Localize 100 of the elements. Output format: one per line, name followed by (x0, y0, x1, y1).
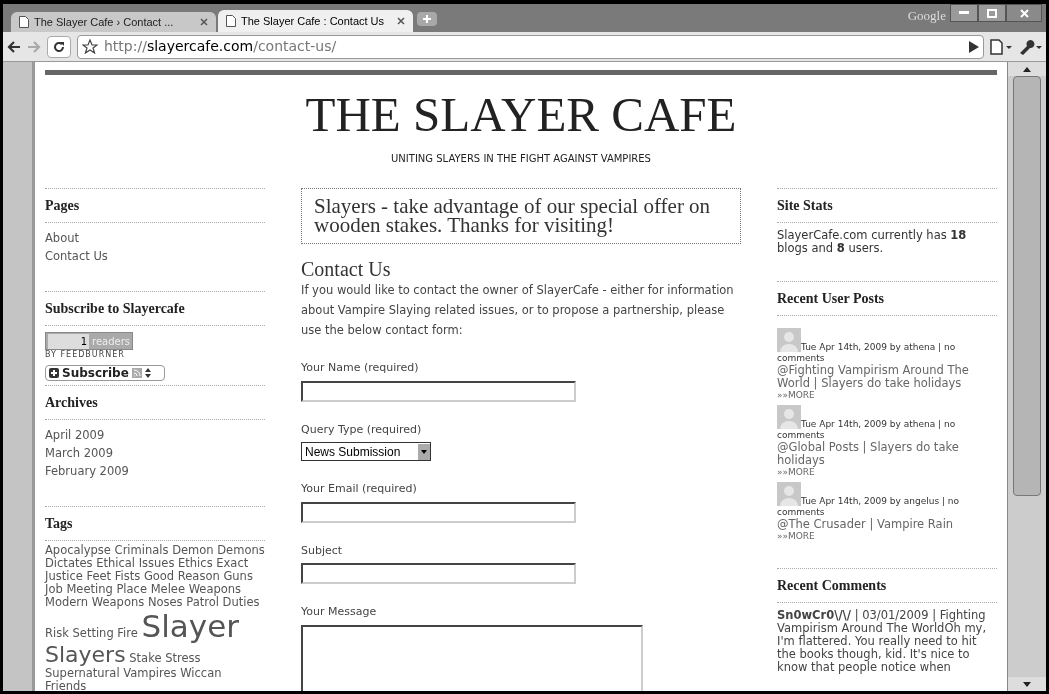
minimize-button[interactable] (950, 4, 978, 22)
address-bar[interactable]: http://slayercafe.com/contact-us/ (77, 34, 984, 59)
page-icon (226, 15, 236, 27)
tag-link[interactable]: Slayers (45, 642, 126, 667)
maximize-button[interactable] (978, 4, 1006, 22)
url-text: http://slayercafe.com/contact-us/ (104, 37, 337, 56)
page-icon (19, 16, 29, 28)
tag-link[interactable]: Wiccan (180, 666, 222, 680)
browser-tab[interactable]: The Slayer Cafe : Contact Us (218, 10, 413, 32)
post-links[interactable]: @Fighting Vampirism Around The World | Slayers do take holidays (777, 364, 997, 390)
down-arrow-icon (1023, 681, 1031, 687)
new-tab-button[interactable] (417, 12, 437, 26)
more-link[interactable]: »»MORE (777, 390, 997, 401)
query-type-select[interactable]: News Submission (301, 442, 431, 461)
tag-link[interactable]: Demons (217, 543, 265, 557)
tag-link[interactable]: Noses (147, 595, 183, 609)
reader-count-badge: 1 readers (45, 332, 133, 350)
tag-link[interactable]: Apocalypse (45, 543, 111, 557)
page-link[interactable]: Contact Us (45, 249, 108, 263)
tag-link[interactable]: Feet (86, 569, 112, 583)
dropdown-icon (418, 443, 430, 460)
close-button[interactable] (1006, 4, 1042, 22)
plus-icon (49, 368, 59, 378)
reload-icon (53, 40, 65, 53)
close-icon (1019, 8, 1029, 18)
site-stats-text: SlayerCafe.com currently has 18 blogs and 8 users. (777, 229, 968, 255)
page-menu-icon[interactable] (990, 38, 1012, 55)
tag-link[interactable]: Slayer (141, 608, 239, 644)
field-label: Your Email (required) (301, 481, 418, 497)
back-icon[interactable] (7, 40, 21, 53)
post-links[interactable]: @The Crusader | Vampire Rain (777, 518, 997, 531)
tag-link[interactable]: Vampires (123, 666, 177, 680)
section-heading: Recent User Posts (777, 282, 997, 316)
section-heading: Recent Comments (777, 569, 997, 603)
section-heading: Site Stats (777, 189, 997, 223)
wrench-icon[interactable] (1018, 38, 1042, 55)
text-input[interactable] (301, 380, 576, 402)
notice-banner: Slayers - take advantage of our special offer on wooden stakes. Thanks for visiting! (301, 188, 741, 244)
page-link[interactable]: About (45, 231, 79, 245)
scrollbar-thumb[interactable] (1013, 76, 1041, 496)
scroll-up-button[interactable] (1008, 62, 1046, 76)
subscribe-button[interactable]: Subscribe (45, 365, 165, 381)
plus-icon (422, 14, 432, 24)
reload-button[interactable] (47, 35, 71, 58)
field-label: Your Name (required) (301, 360, 420, 376)
tag-link[interactable]: Stress (165, 651, 201, 665)
tag-link[interactable]: Good Reason (143, 569, 220, 583)
tag-link[interactable]: Fists (114, 569, 141, 583)
archive-link[interactable]: April 2009 (45, 428, 105, 442)
tag-link[interactable]: Justice (45, 569, 83, 583)
up-arrow-icon (1023, 66, 1031, 72)
tag-link[interactable]: Dictates (45, 556, 93, 570)
minimize-icon (959, 11, 969, 15)
tag-link[interactable]: Patrol Duties (186, 595, 260, 609)
tag-link[interactable]: Supernatural (45, 666, 120, 680)
tag-link[interactable]: Criminals (114, 543, 169, 557)
archive-link[interactable]: February 2009 (45, 464, 129, 478)
tab-close-icon[interactable] (397, 17, 405, 25)
tag-link[interactable]: Ethics (178, 556, 213, 570)
section-heading: Archives (45, 386, 265, 420)
site-title: THE SLAYER CAFE (304, 87, 738, 143)
tag-link[interactable]: Exact (216, 556, 249, 570)
browser-tab[interactable]: The Slayer Cafe › Contact ... (11, 12, 216, 32)
post-meta: Tue Apr 14th, 2009 by athena | no comments (777, 419, 957, 441)
section-heading: Tags (45, 507, 265, 541)
comment-text: Sn0wCr0\/\/ | 03/01/2009 | Fighting Vampirism Around The WorldOh my, I'm flattered. You really need to hit the books though, kid. It's nice to know that people notice when (777, 609, 988, 674)
tag-link[interactable]: Demon (172, 543, 214, 557)
tag-link[interactable]: Meeting Place (66, 582, 147, 596)
tab-close-icon[interactable] (200, 18, 208, 26)
tag-link[interactable]: Stake (129, 651, 162, 665)
avatar-icon (777, 405, 801, 429)
text-input[interactable] (301, 501, 576, 523)
tag-link[interactable]: Setting Fire (72, 626, 138, 640)
post-links[interactable]: @Global Posts | Slayers do take holidays (777, 441, 997, 467)
field-label: Your Message (301, 604, 378, 620)
intro-text: If you would like to contact the owner of SlayerCafe - either for information about Vampire Slaying related issues, or to propose a partnership, please use the below contact form: (301, 282, 735, 339)
post-meta: Tue Apr 14th, 2009 by angelus | no comments (777, 496, 961, 518)
more-link[interactable]: »»MORE (777, 467, 997, 478)
field-label: Query Type (required) (301, 421, 423, 438)
scroll-down-button[interactable] (1008, 677, 1046, 691)
feedburner-label: BY FEEDBURNER (45, 350, 126, 359)
star-icon[interactable] (82, 39, 98, 54)
tag-link[interactable]: Risk (45, 626, 69, 640)
play-icon[interactable] (969, 40, 979, 53)
updown-icon (144, 368, 151, 378)
avatar-icon (777, 482, 801, 506)
site-tagline: UNITING SLAYERS IN THE FIGHT AGAINST VAMPIRES (390, 152, 652, 166)
archive-link[interactable]: March 2009 (45, 446, 113, 460)
tag-link[interactable]: Modern Weapons (45, 595, 145, 609)
avatar-icon (777, 328, 801, 352)
message-textarea[interactable] (301, 624, 643, 691)
maximize-icon (987, 8, 997, 18)
more-link[interactable]: »»MORE (777, 531, 997, 542)
text-input[interactable] (301, 563, 576, 584)
tag-link[interactable]: Friends (45, 679, 87, 691)
rss-icon (131, 368, 142, 378)
tag-link[interactable]: Job (45, 582, 63, 596)
tag-link[interactable]: Ethical Issues (96, 556, 175, 570)
tag-link[interactable]: Melee Weapons (150, 582, 242, 596)
tag-link[interactable]: Guns (223, 569, 253, 583)
